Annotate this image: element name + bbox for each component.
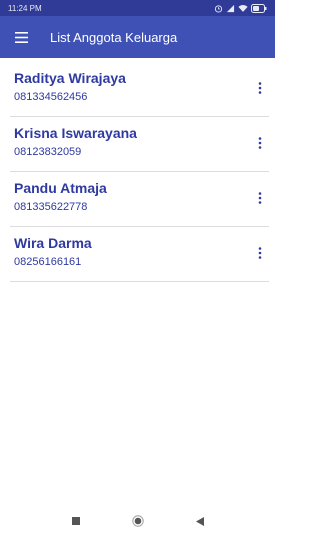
- member-list: Raditya Wirajaya 081334562456 Krisna Isw…: [10, 62, 269, 282]
- more-vertical-icon: [258, 192, 262, 204]
- member-phone: 081334562456: [14, 91, 88, 103]
- status-bar: 11:24 PM: [0, 0, 275, 16]
- member-phone: 08256166161: [14, 256, 82, 268]
- status-time: 11:24 PM: [8, 3, 42, 13]
- member-name: Wira Darma: [14, 235, 92, 251]
- battery-icon: [251, 3, 267, 13]
- page-title: List Anggota Keluarga: [50, 29, 178, 45]
- list-item[interactable]: Raditya Wirajaya 081334562456: [10, 62, 269, 117]
- back-button[interactable]: [190, 511, 210, 531]
- member-name: Krisna Iswarayana: [14, 125, 137, 141]
- app-bar: List Anggota Keluarga: [0, 16, 275, 58]
- more-vertical-icon: [258, 247, 262, 259]
- more-options-button[interactable]: [253, 131, 267, 155]
- more-options-button[interactable]: [253, 186, 267, 210]
- member-phone: 081335622778: [14, 201, 88, 213]
- list-item[interactable]: Pandu Atmaja 081335622778: [10, 172, 269, 227]
- more-vertical-icon: [258, 137, 262, 149]
- member-phone: 08123832059: [14, 146, 82, 158]
- list-item[interactable]: Krisna Iswarayana 08123832059: [10, 117, 269, 172]
- home-button[interactable]: [128, 511, 148, 531]
- home-circle-icon: [131, 515, 144, 527]
- member-name: Pandu Atmaja: [14, 180, 107, 196]
- recents-square-icon: [71, 517, 80, 525]
- system-nav-bar: [0, 503, 275, 539]
- menu-button[interactable]: [0, 16, 42, 58]
- alarm-icon: [214, 4, 223, 13]
- more-vertical-icon: [258, 82, 262, 94]
- back-triangle-icon: [195, 516, 204, 526]
- signal-icon: [226, 4, 235, 12]
- status-icons: [214, 3, 267, 13]
- more-options-button[interactable]: [253, 76, 267, 100]
- recents-button[interactable]: [66, 511, 86, 531]
- more-options-button[interactable]: [253, 241, 267, 265]
- hamburger-menu-icon: [14, 31, 28, 43]
- wifi-icon: [238, 4, 248, 12]
- list-item[interactable]: Wira Darma 08256166161: [10, 227, 269, 282]
- member-name: Raditya Wirajaya: [14, 70, 126, 86]
